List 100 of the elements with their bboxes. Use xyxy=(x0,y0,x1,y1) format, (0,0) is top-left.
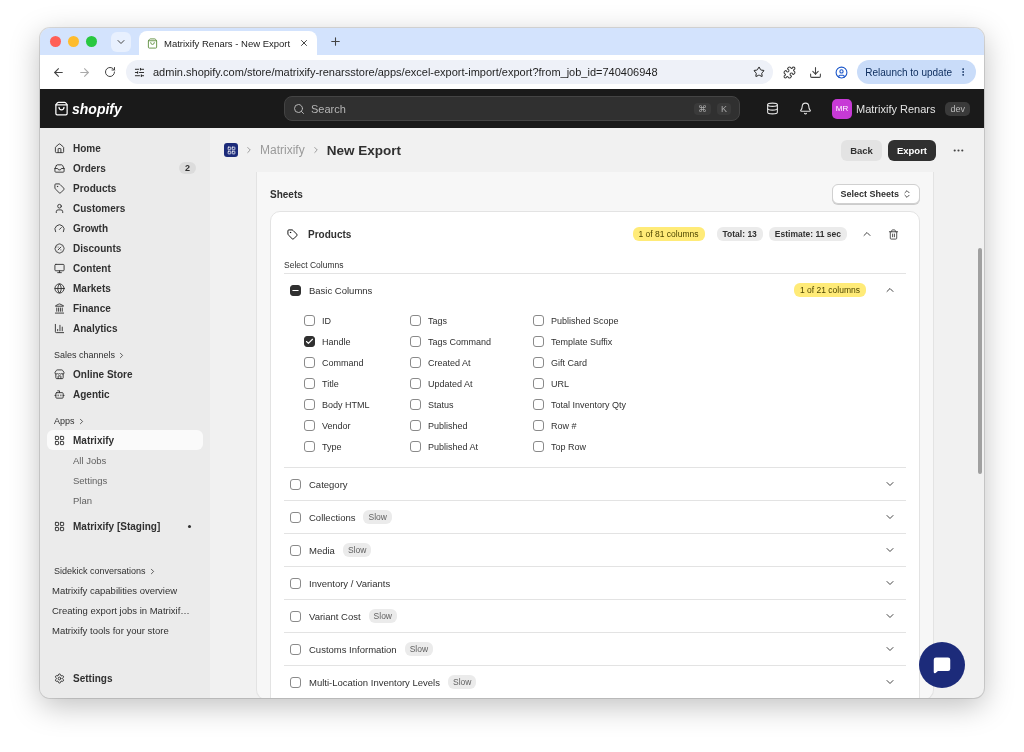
search-field[interactable]: Search ⌘ K xyxy=(284,96,740,121)
checkbox[interactable] xyxy=(290,577,301,589)
primary-button[interactable]: Export xyxy=(887,139,936,161)
checkbox-label[interactable]: Tags Command xyxy=(428,336,492,347)
checkbox[interactable] xyxy=(290,544,301,556)
select-sheets-button[interactable]: Select Sheets xyxy=(832,184,920,204)
checkbox-label[interactable]: Tags xyxy=(428,315,447,326)
nav-item[interactable]: Markets xyxy=(47,278,203,298)
checkbox-label[interactable]: Vendor xyxy=(322,420,351,431)
checkbox[interactable] xyxy=(304,378,315,389)
checkbox-label[interactable]: Published xyxy=(428,420,468,431)
nav-item[interactable]: Matrixify xyxy=(47,430,203,450)
checkbox-label[interactable]: Type xyxy=(322,441,342,452)
checkbox[interactable] xyxy=(533,315,544,326)
checkbox-label[interactable]: Body HTML xyxy=(322,399,370,410)
nav-item[interactable]: Products xyxy=(47,178,203,198)
checkbox[interactable] xyxy=(304,336,315,347)
close-icon[interactable] xyxy=(299,38,309,48)
checkbox[interactable] xyxy=(290,676,301,688)
group-label[interactable]: Media xyxy=(309,544,335,556)
checkbox[interactable] xyxy=(533,378,544,389)
conversation-link[interactable]: Matrixify tools for your store xyxy=(47,620,203,640)
checkbox[interactable] xyxy=(304,420,315,431)
group-label[interactable]: Basic Columns xyxy=(309,284,373,296)
nav-item[interactable]: Discounts xyxy=(47,238,203,258)
checkbox-label[interactable]: Top Row xyxy=(551,441,586,452)
checkbox-label[interactable]: ID xyxy=(322,315,331,326)
conversation-link[interactable]: Creating export jobs in Matrixif… xyxy=(47,600,203,620)
nav-item[interactable]: Matrixify [Staging] xyxy=(47,516,203,536)
group-label[interactable]: Variant Cost xyxy=(309,610,361,622)
checkbox-label[interactable]: Published Scope xyxy=(551,315,619,326)
checkbox-label[interactable]: Total Inventory Qty xyxy=(551,399,627,410)
bookmark-star-icon[interactable] xyxy=(753,66,766,78)
checkbox[interactable] xyxy=(410,378,421,389)
section-heading[interactable]: Sales channels xyxy=(54,350,116,360)
maximize-icon[interactable] xyxy=(86,36,97,47)
checkbox-label[interactable]: Updated At xyxy=(428,378,473,389)
checkbox[interactable] xyxy=(533,336,544,347)
checkbox[interactable] xyxy=(410,420,421,431)
scrollbar[interactable] xyxy=(978,248,982,474)
group-label[interactable]: Category xyxy=(309,478,348,490)
group-label[interactable]: Customs Information xyxy=(309,643,397,655)
checkbox[interactable] xyxy=(304,357,315,368)
checkbox[interactable] xyxy=(533,420,544,431)
checkbox-label[interactable]: Template Suffix xyxy=(551,336,613,347)
nav-item[interactable]: Home xyxy=(47,138,203,158)
nav-item[interactable]: Content xyxy=(47,258,203,278)
relaunch-button[interactable]: Relaunch to update xyxy=(857,60,976,84)
nav-item[interactable]: Orders 2 xyxy=(47,158,203,178)
checkbox[interactable] xyxy=(533,441,544,452)
checkbox[interactable] xyxy=(304,399,315,410)
nav-item[interactable]: Finance xyxy=(47,298,203,318)
group-label[interactable]: Collections xyxy=(309,511,356,523)
user-avatar[interactable]: MR xyxy=(832,98,852,119)
checkbox[interactable] xyxy=(290,478,301,490)
checkbox[interactable] xyxy=(290,284,301,296)
address-bar[interactable]: admin.shopify.com/store/matrixify-renarsstore/apps/excel-export-import/export?from_job_id=740406948 xyxy=(126,60,774,84)
chat-button[interactable] xyxy=(919,642,965,688)
checkbox[interactable] xyxy=(290,610,301,622)
checkbox[interactable] xyxy=(410,399,421,410)
checkbox[interactable] xyxy=(304,315,315,326)
checkbox-label[interactable]: Handle xyxy=(322,336,351,347)
sub-nav-item[interactable]: Settings xyxy=(47,470,203,490)
checkbox[interactable] xyxy=(410,357,421,368)
section-heading[interactable]: Apps xyxy=(54,416,75,426)
conversation-link[interactable]: Matrixify capabilities overview xyxy=(47,580,203,600)
settings-link[interactable]: Settings xyxy=(47,668,203,688)
nav-item[interactable]: Customers xyxy=(47,198,203,218)
checkbox[interactable] xyxy=(304,441,315,452)
section-heading[interactable]: Sidekick conversations xyxy=(54,566,146,576)
checkbox-label[interactable]: Row # xyxy=(551,420,577,431)
checkbox[interactable] xyxy=(533,357,544,368)
checkbox-label[interactable]: Gift Card xyxy=(551,357,587,368)
checkbox[interactable] xyxy=(290,511,301,523)
bell-icon[interactable] xyxy=(799,102,812,115)
checkbox-label[interactable]: URL xyxy=(551,378,569,389)
nav-item[interactable]: Online Store xyxy=(47,364,203,384)
sub-nav-item[interactable]: All Jobs xyxy=(47,450,203,470)
group-label[interactable]: Multi-Location Inventory Levels xyxy=(309,676,440,688)
checkbox[interactable] xyxy=(290,643,301,655)
checkbox[interactable] xyxy=(410,336,421,347)
nav-item[interactable]: Agentic xyxy=(47,384,203,404)
nav-item[interactable]: Analytics xyxy=(47,318,203,338)
site-settings-icon[interactable] xyxy=(134,66,145,78)
checkbox[interactable] xyxy=(533,399,544,410)
checkbox[interactable] xyxy=(410,315,421,326)
checkbox-label[interactable]: Command xyxy=(322,357,364,368)
user-name[interactable]: Matrixify Renars xyxy=(856,102,936,115)
checkbox[interactable] xyxy=(410,441,421,452)
app-icon[interactable] xyxy=(224,143,238,157)
checkbox-label[interactable]: Title xyxy=(322,378,339,389)
sub-nav-item[interactable]: Plan xyxy=(47,490,203,510)
nav-item[interactable]: Growth xyxy=(47,218,203,238)
secondary-button[interactable]: Back xyxy=(841,139,882,161)
browser-tab[interactable]: Matrixify Renars - New Export xyxy=(139,31,317,55)
database-icon[interactable] xyxy=(766,102,779,115)
checkbox-label[interactable]: Created At xyxy=(428,357,471,368)
group-label[interactable]: Inventory / Variants xyxy=(309,577,391,589)
tab-menu-button[interactable] xyxy=(111,31,131,52)
checkbox-label[interactable]: Status xyxy=(428,399,454,410)
